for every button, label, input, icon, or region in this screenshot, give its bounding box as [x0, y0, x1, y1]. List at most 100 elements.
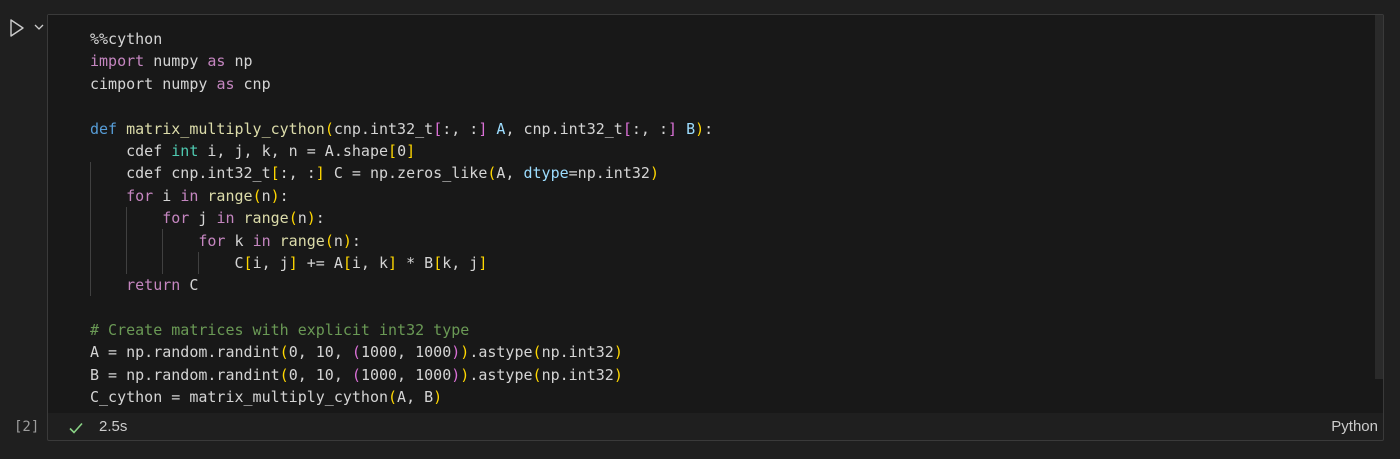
code-token: dtype	[523, 164, 569, 183]
code-token: )	[649, 164, 659, 183]
code-line: %%cython	[90, 28, 713, 50]
cell-toolbar	[8, 18, 48, 42]
code-token: ]	[406, 141, 416, 160]
code-token: :, :	[442, 119, 479, 138]
code-token: )	[433, 388, 443, 407]
code-token: :	[279, 186, 289, 205]
code-line: for k in range(n):	[90, 230, 713, 252]
code-token: 0, 10,	[288, 365, 352, 384]
code-token: %%cython	[90, 30, 163, 48]
code-token: i	[153, 186, 181, 205]
code-token: int	[171, 141, 199, 160]
run-cell-button[interactable]	[8, 18, 28, 40]
code-line: C[i, j] += A[i, k] * B[k, j]	[90, 252, 713, 274]
code-token: (	[252, 186, 262, 205]
code-token: )	[613, 365, 623, 384]
code-token: [	[433, 119, 443, 138]
code-token: i, j	[252, 253, 289, 272]
code-token: numpy	[144, 52, 208, 71]
code-token: for	[162, 209, 190, 228]
code-token: n	[333, 231, 343, 250]
code-token: n	[297, 209, 307, 228]
code-token: def	[90, 119, 118, 138]
code-token: for	[126, 186, 154, 205]
code-token: 1000, 1000	[360, 343, 452, 362]
code-token: np.int32	[541, 365, 614, 384]
code-token: n	[261, 186, 271, 205]
code-token: :	[351, 231, 361, 250]
code-token: (	[324, 231, 334, 250]
code-editor[interactable]: %%cython import numpy as np cimport numpy …	[48, 15, 1383, 413]
code-token: cdef cnp.int32_t	[90, 164, 271, 183]
code-token: return	[126, 276, 181, 295]
code-token: (	[324, 119, 334, 138]
code-line: for i in range(n):	[90, 185, 713, 207]
code-token: i, j, k, n = A.shape	[198, 141, 389, 160]
code-token: cimport numpy	[90, 74, 217, 93]
code-token: B	[686, 119, 696, 138]
code-line: B = np.random.randint(0, 10, (1000, 1000…	[90, 364, 713, 386]
code-token: ]	[668, 119, 678, 138]
language-selector[interactable]: Python	[1331, 418, 1378, 435]
code-token: )	[342, 231, 352, 250]
code-token: in	[180, 186, 199, 205]
code-token: import	[90, 52, 145, 71]
editor-scrollbar[interactable]	[1375, 15, 1383, 379]
code-token: (	[279, 343, 289, 362]
run-options-button[interactable]	[32, 20, 46, 34]
code-token: ]	[388, 253, 398, 272]
success-status	[68, 420, 84, 436]
chevron-down-icon	[34, 24, 44, 30]
execution-duration: 2.5s	[99, 418, 128, 435]
code-line: cimport numpy as cnp	[90, 73, 713, 95]
code-token: )	[460, 343, 470, 362]
code-token: (	[288, 209, 298, 228]
code-line: def matrix_multiply_cython(cnp.int32_t[:…	[90, 118, 713, 140]
code-token: [	[270, 164, 280, 183]
code-token: (	[351, 343, 361, 362]
code-token: )	[695, 119, 705, 138]
code-block: %%cython import numpy as np cimport numpy …	[90, 28, 713, 409]
code-token: ]	[288, 253, 298, 272]
code-token: =np.int32	[568, 164, 650, 183]
code-token: A,	[496, 164, 524, 183]
code-token: )	[451, 343, 461, 362]
code-token: += A	[297, 253, 343, 272]
code-line: cdef cnp.int32_t[:, :] C = np.zeros_like…	[90, 162, 713, 184]
code-token: )	[306, 209, 316, 228]
code-token: (	[388, 388, 398, 407]
code-token: range	[243, 209, 289, 228]
code-token: cdef	[90, 141, 172, 160]
code-token: (	[279, 365, 289, 384]
code-token: for	[198, 231, 226, 250]
code-token: C = np.zeros_like	[324, 164, 488, 183]
code-token: ]	[315, 164, 325, 183]
code-token: (	[351, 365, 361, 384]
code-line: for j in range(n):	[90, 207, 713, 229]
code-token: :	[315, 209, 325, 228]
code-token: np.int32	[541, 343, 614, 362]
code-line: C_cython = matrix_multiply_cython(A, B)	[90, 386, 713, 408]
code-token: A, B	[397, 388, 434, 407]
code-token: range	[279, 231, 325, 250]
code-token: cnp	[234, 74, 271, 93]
code-token: k, j	[442, 253, 479, 272]
code-token: as	[207, 52, 226, 71]
code-token: )	[460, 365, 470, 384]
code-token: B = np.random.randint	[90, 365, 280, 384]
code-token: [	[433, 253, 443, 272]
code-token: .astype	[469, 365, 533, 384]
code-token: np	[225, 52, 253, 71]
code-token: [	[388, 141, 398, 160]
code-token: )	[613, 343, 623, 362]
check-icon	[69, 422, 83, 434]
code-token: .astype	[469, 343, 533, 362]
code-token: cnp.int32_t	[333, 119, 434, 138]
